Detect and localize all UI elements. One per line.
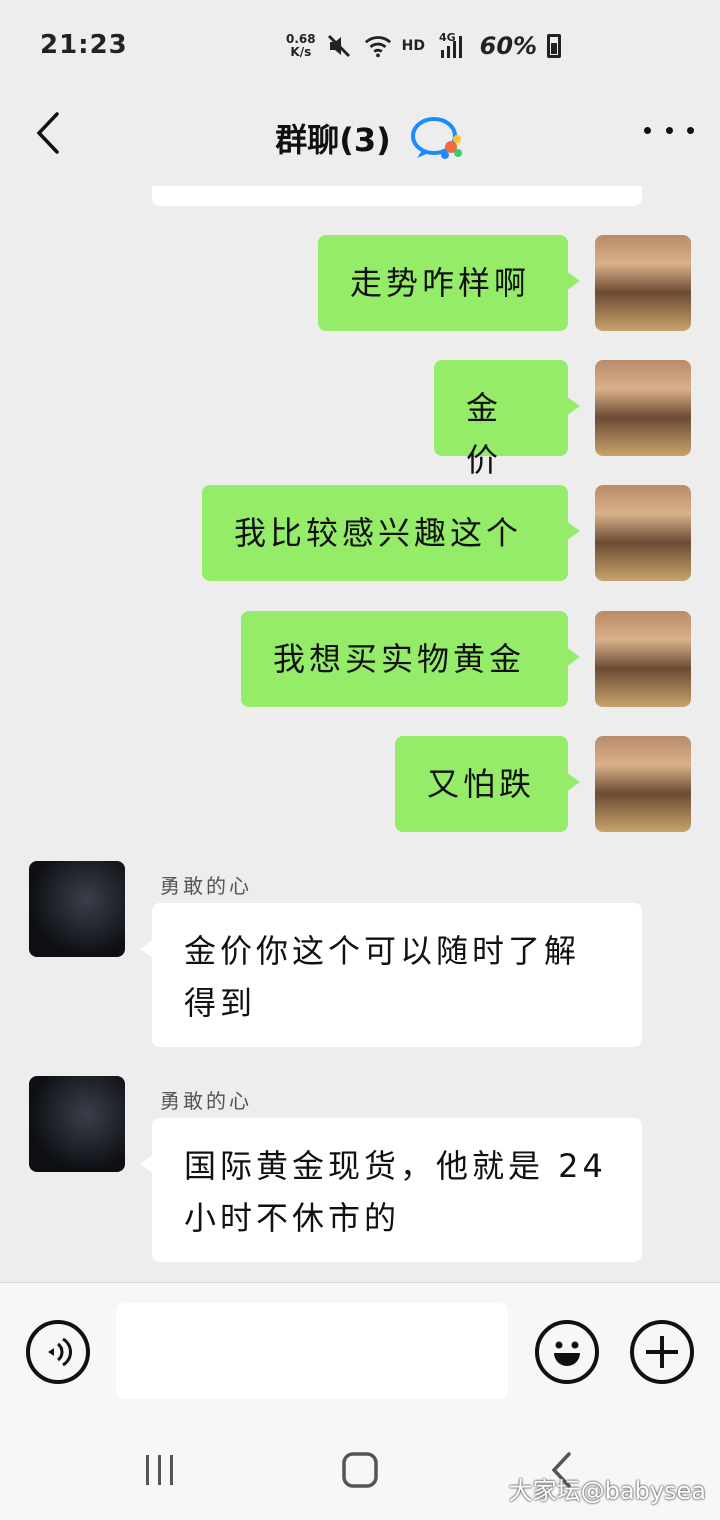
message-text: 又怕跌 <box>427 765 536 803</box>
message-bubble-outgoing[interactable]: 又怕跌 <box>395 736 580 832</box>
recents-button[interactable] <box>130 1448 190 1492</box>
my-avatar[interactable] <box>595 360 691 456</box>
battery-icon <box>547 34 562 58</box>
system-nav-bar: 大家坛@babysea <box>0 1420 720 1520</box>
message-bubble-outgoing[interactable]: 我比较感兴趣这个 <box>202 485 580 581</box>
mute-icon <box>326 32 354 60</box>
my-avatar[interactable] <box>595 611 691 707</box>
sender-avatar[interactable] <box>29 861 125 957</box>
emoji-icon <box>554 1341 580 1366</box>
input-bar <box>0 1282 720 1420</box>
chat-messages[interactable]: 走势咋样啊 金价 我比较感兴趣这个 我想买实物黄金 又怕跌 勇敢的心 金价你这个… <box>0 186 720 1282</box>
voice-icon <box>48 1337 73 1367</box>
message-text: 我比较感兴趣这个 <box>234 514 523 552</box>
message-input[interactable] <box>116 1303 508 1399</box>
status-icons: 0.68 K/s HD 4G 60% <box>286 26 562 66</box>
partial-message-bubble[interactable] <box>152 186 642 206</box>
sender-name: 勇敢的心 <box>160 1089 252 1113</box>
chat-title: 群聊(3) <box>275 121 391 159</box>
message-bubble-outgoing[interactable]: 我想买实物黄金 <box>241 611 580 707</box>
message-text: 走势咋样啊 <box>350 264 531 302</box>
title-wrap: 群聊(3) <box>275 115 465 161</box>
wifi-icon <box>364 32 392 60</box>
home-icon <box>342 1452 378 1488</box>
watermark: 大家坛@babysea <box>508 1477 706 1505</box>
home-button[interactable] <box>330 1448 390 1492</box>
net-speed-unit: K/s <box>290 45 312 59</box>
message-text: 金价 <box>466 389 503 479</box>
chat-bubble-icon[interactable] <box>409 115 465 161</box>
chevron-left-icon <box>36 112 59 154</box>
status-time: 21:23 <box>40 30 128 60</box>
message-bubble-incoming[interactable]: 金价你这个可以随时了解得到 <box>140 903 642 1047</box>
message-bubble-outgoing[interactable]: 金价 <box>434 360 580 479</box>
my-avatar[interactable] <box>595 485 691 581</box>
status-bar: 21:23 0.68 K/s HD 4G 60% <box>0 0 720 90</box>
net-speed: 0.68 K/s <box>286 33 316 59</box>
hd-label: HD <box>401 38 425 54</box>
my-avatar[interactable] <box>595 235 691 331</box>
plus-icon <box>646 1336 678 1368</box>
message-text: 国际黄金现货，他就是 24 小时不休市的 <box>184 1147 607 1237</box>
sender-avatar[interactable] <box>29 1076 125 1172</box>
back-button[interactable] <box>28 108 68 158</box>
chat-header: 群聊(3) <box>0 90 720 186</box>
recents-icon <box>146 1455 173 1485</box>
my-avatar[interactable] <box>595 736 691 832</box>
voice-button[interactable] <box>26 1320 90 1384</box>
more-button[interactable] <box>644 110 694 150</box>
message-bubble-incoming[interactable]: 国际黄金现货，他就是 24 小时不休市的 <box>140 1118 642 1262</box>
message-text: 我想买实物黄金 <box>273 640 526 678</box>
message-text: 金价你这个可以随时了解得到 <box>184 932 581 1022</box>
more-dot <box>644 126 651 134</box>
emoji-button[interactable] <box>535 1320 599 1384</box>
battery-percent: 60% <box>479 32 538 60</box>
more-dot <box>665 126 673 134</box>
sender-name: 勇敢的心 <box>160 874 252 898</box>
message-bubble-outgoing[interactable]: 走势咋样啊 <box>318 235 580 331</box>
more-dot <box>687 126 694 134</box>
network-label: 4G <box>438 30 456 44</box>
plus-button[interactable] <box>630 1320 694 1384</box>
